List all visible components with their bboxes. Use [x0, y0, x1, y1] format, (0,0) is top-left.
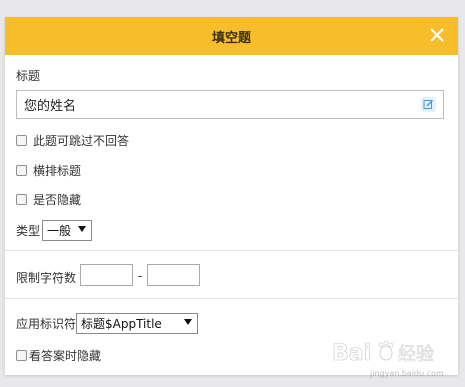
dialog-header: 填空题	[5, 17, 458, 55]
title-label: 标题	[16, 69, 41, 83]
title-input[interactable]: 您的姓名	[16, 90, 444, 119]
hidden-option[interactable]: 是否隐藏	[16, 191, 81, 208]
limit-label: 限制字符数	[16, 271, 77, 285]
type-label: 类型	[16, 224, 41, 238]
dialog-title: 填空题	[211, 30, 251, 46]
hide-on-view-checkbox[interactable]	[16, 350, 27, 361]
chevron-down-icon	[184, 319, 193, 325]
chevron-down-icon	[78, 226, 87, 232]
type-selected-value: 一般	[47, 224, 72, 238]
close-icon[interactable]	[428, 26, 446, 44]
horizontal-title-checkbox[interactable]	[16, 165, 27, 176]
hide-on-view-option[interactable]: 看答案时隐藏	[16, 347, 101, 364]
fill-blank-dialog: 填空题 标题 您的姓名 此题可跳过不回答 横排标题 是否隐藏 类型 一般 限制字…	[5, 17, 458, 375]
edit-icon[interactable]	[421, 97, 436, 112]
app-id-label: 应用标识符	[16, 317, 77, 331]
title-input-value: 您的姓名	[24, 99, 77, 114]
divider	[5, 298, 458, 299]
app-id-selected-value: 标题$AppTitle	[81, 317, 162, 331]
limit-min-input[interactable]	[80, 264, 133, 286]
app-id-select[interactable]: 标题$AppTitle	[76, 313, 199, 334]
type-select[interactable]: 一般	[42, 220, 93, 241]
type-row: 类型 一般	[16, 220, 93, 241]
skip-option[interactable]: 此题可跳过不回答	[16, 132, 129, 149]
hidden-label: 是否隐藏	[33, 193, 82, 207]
hidden-checkbox[interactable]	[16, 194, 27, 205]
skip-label: 此题可跳过不回答	[33, 134, 130, 148]
app-id-row: 应用标识符 标题$AppTitle	[16, 313, 199, 334]
horizontal-title-option[interactable]: 横排标题	[16, 162, 81, 179]
divider	[5, 250, 458, 251]
limit-separator: -	[138, 269, 143, 283]
limit-max-input[interactable]	[147, 264, 200, 286]
horizontal-title-label: 横排标题	[33, 164, 82, 178]
hide-on-view-label: 看答案时隐藏	[29, 349, 102, 363]
skip-checkbox[interactable]	[16, 135, 27, 146]
